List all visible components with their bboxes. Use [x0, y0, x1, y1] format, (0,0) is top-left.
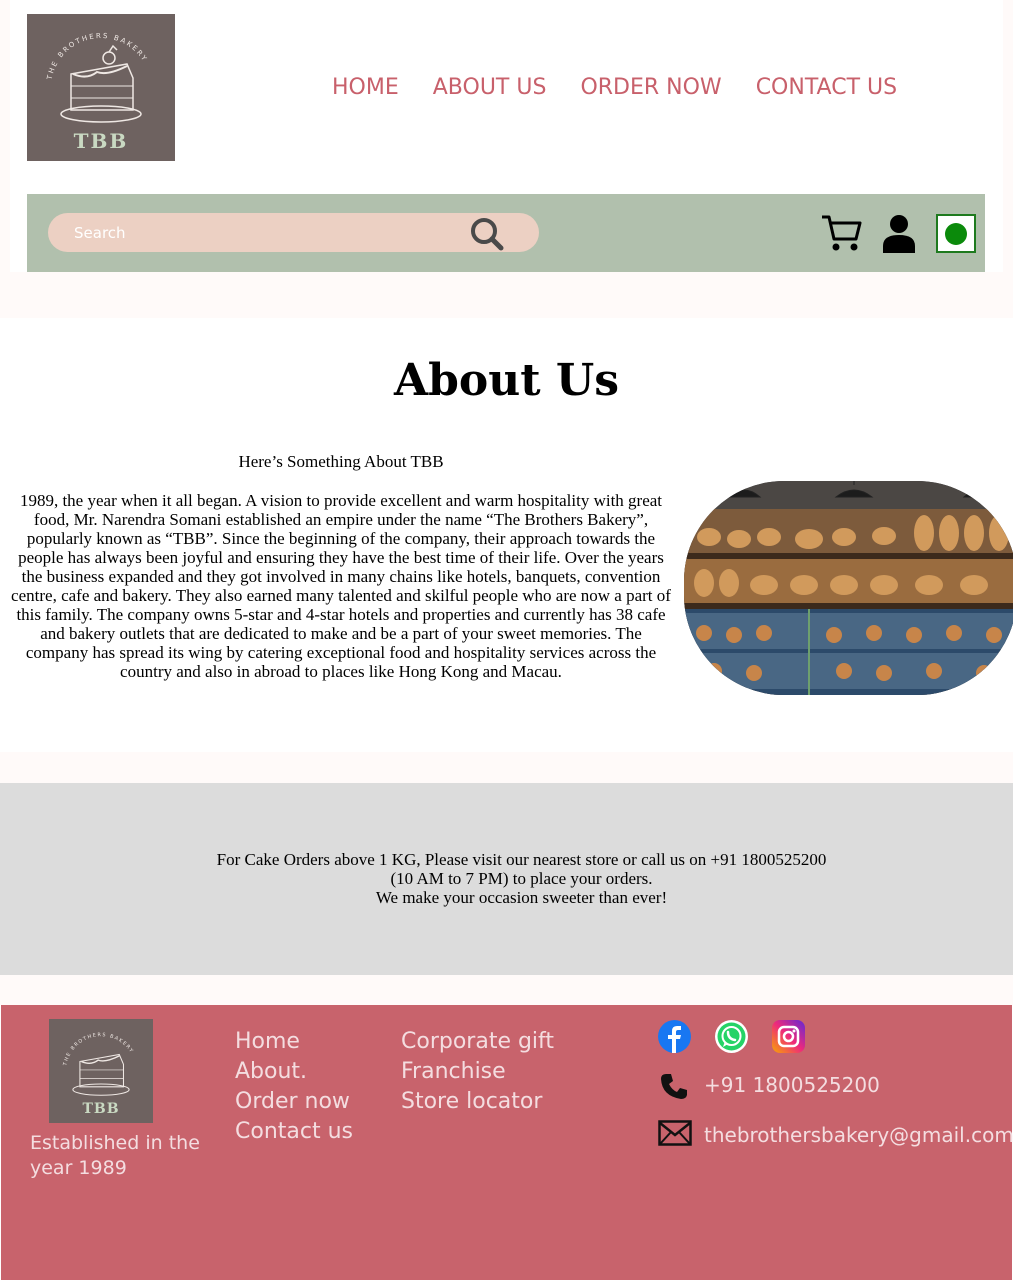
page-title: About Us	[393, 355, 620, 406]
whatsapp-icon[interactable]	[715, 1020, 748, 1053]
veg-indicator-icon[interactable]	[936, 214, 976, 253]
svg-text:THE BROTHERS BAKERY: THE BROTHERS BAKERY	[45, 32, 149, 82]
footer-email[interactable]: thebrothersbakery@gmail.com	[704, 1123, 1013, 1147]
nav-contact-us[interactable]: CONTACT US	[756, 72, 897, 104]
toolbar	[27, 194, 985, 272]
bakery-photo-illustration	[684, 481, 1013, 695]
footer-logo-abbreviation: TBB	[82, 1101, 120, 1117]
nav-order-now[interactable]: ORDER NOW	[580, 72, 721, 104]
facebook-glyph	[668, 1026, 681, 1053]
footer-link-corporate-gift[interactable]: Corporate gift	[401, 1027, 554, 1057]
footer-logo[interactable]: THE BROTHERS BAKERY TBB	[49, 1019, 153, 1123]
whatsapp-glyph	[717, 1022, 746, 1051]
main-nav: HOME ABOUT US ORDER NOW CONTACT US	[332, 72, 931, 104]
established-text: Established in the year 1989	[30, 1132, 200, 1179]
veg-dot	[945, 223, 967, 245]
instagram-glyph	[777, 1025, 800, 1048]
footer-links-primary: Home About. Order now Contact us	[235, 1027, 353, 1147]
section-divider	[0, 752, 1013, 783]
about-body: 1989, the year when it all began. A visi…	[11, 491, 671, 681]
cart-icon[interactable]	[820, 211, 864, 255]
order-notice-tagline: We make your occasion sweeter than ever!	[375, 888, 668, 907]
about-subtitle: Here’s Something About TBB	[238, 452, 444, 471]
footer-link-franchise[interactable]: Franchise	[401, 1057, 554, 1087]
order-notice-line: For Cake Orders above 1 KG, Please visit…	[216, 850, 827, 869]
facebook-icon[interactable]	[658, 1020, 691, 1053]
order-notice-text: For Cake Orders above 1 KG, Please visit…	[0, 850, 1013, 907]
search-input[interactable]	[74, 221, 454, 245]
search-bar	[48, 213, 539, 252]
brand-logo[interactable]: THE BROTHERS BAKERY TBB	[27, 14, 175, 161]
nav-about-us[interactable]: ABOUT US	[433, 72, 547, 104]
user-icon[interactable]	[880, 213, 918, 253]
bakery-display-image	[684, 481, 1013, 695]
footer-link-home[interactable]: Home	[235, 1027, 353, 1057]
footer-link-about[interactable]: About.	[235, 1057, 353, 1087]
logo-ring-text: THE BROTHERS BAKERY	[45, 32, 147, 82]
footer-link-order-now[interactable]: Order now	[235, 1087, 353, 1117]
footer-links-secondary: Corporate gift Franchise Store locator	[401, 1027, 554, 1117]
footer: THE BROTHERS BAKERY TBB Established in t…	[1, 1005, 1013, 1280]
mail-icon	[658, 1120, 692, 1146]
footer-phone[interactable]: +91 1800525200	[704, 1073, 880, 1097]
footer-link-store-locator[interactable]: Store locator	[401, 1087, 554, 1117]
search-icon[interactable]	[469, 216, 505, 252]
footer-link-contact-us[interactable]: Contact us	[235, 1117, 353, 1147]
logo-abbreviation: TBB	[73, 129, 129, 153]
footer-logo-ring-text: THE BROTHERS BAKERY	[62, 1032, 133, 1067]
section-divider	[0, 975, 1013, 1005]
nav-home[interactable]: HOME	[332, 72, 399, 104]
instagram-icon[interactable]	[772, 1020, 805, 1053]
svg-text:THE BROTHERS BAKERY: THE BROTHERS BAKERY	[62, 1032, 134, 1067]
order-notice: For Cake Orders above 1 KG, Please visit…	[0, 783, 1013, 975]
phone-icon	[661, 1074, 687, 1099]
order-notice-hours: (10 AM to 7 PM) to place your orders.	[390, 869, 653, 888]
